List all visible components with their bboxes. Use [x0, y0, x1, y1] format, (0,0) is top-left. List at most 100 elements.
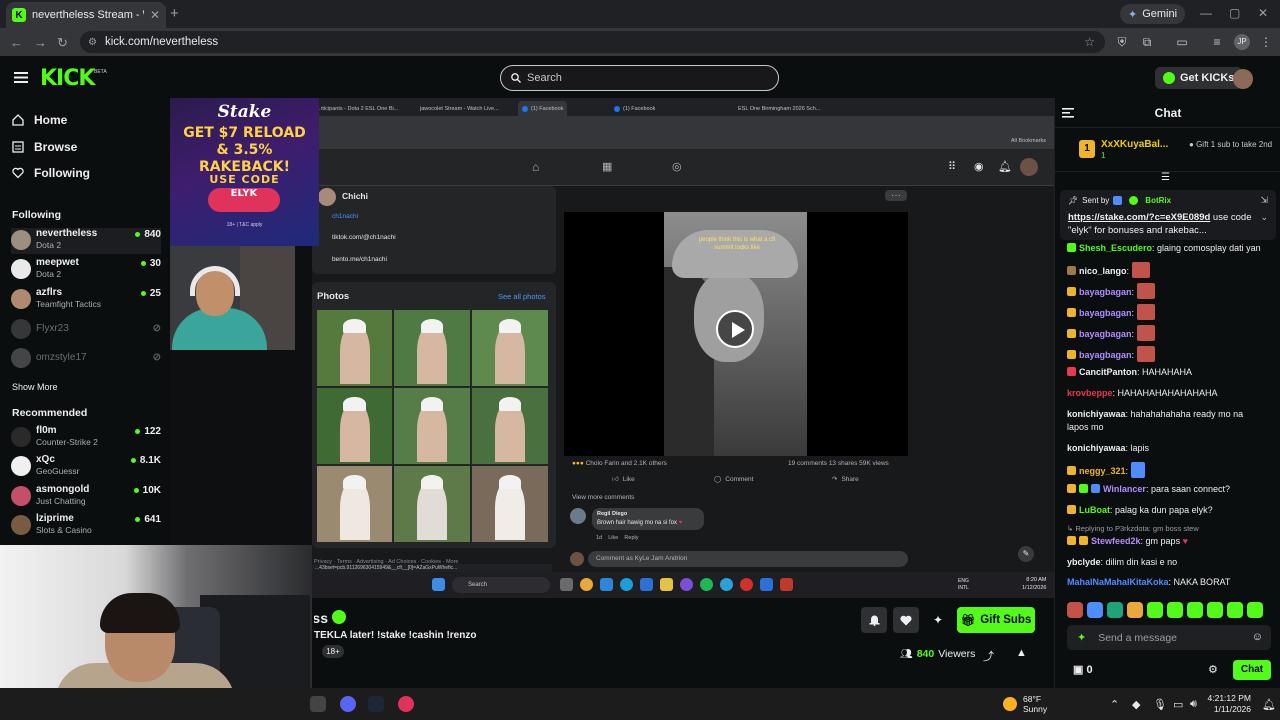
fb-menu-icon: ⠿ — [948, 161, 957, 173]
offline-icon: ⊘ — [152, 352, 161, 363]
emote-icon[interactable] — [1067, 602, 1083, 618]
kick-emote-icon[interactable]: ✦ — [1077, 631, 1086, 644]
fb-comment: ◯ Comment — [714, 475, 754, 484]
commenter-name: Regil Diego — [597, 511, 628, 517]
chat-message: nico_lango: — [1067, 262, 1267, 278]
network-icon[interactable]: ▭ — [1173, 698, 1183, 711]
edge-icon — [620, 578, 633, 591]
sidebar-item-browse[interactable]: Browse — [12, 139, 77, 155]
channel-item-asmongold[interactable]: asmongold Just Chatting 10K — [11, 484, 161, 510]
get-kicks-button[interactable]: Get KICKs — [1155, 67, 1243, 89]
emote-icon — [1131, 262, 1150, 278]
emote-icon[interactable] — [1227, 602, 1243, 618]
emoji-icon[interactable]: ☺ — [1252, 631, 1263, 643]
send-chat-button[interactable]: Chat — [1233, 660, 1271, 680]
new-tab-icon[interactable]: + — [170, 5, 179, 22]
more-menu-icon[interactable]: ⋮ — [1259, 35, 1273, 49]
steam-icon[interactable] — [368, 696, 384, 712]
filter-icon[interactable]: ☰ — [1161, 172, 1170, 183]
viewer-count: 641 — [135, 514, 161, 525]
leader-name[interactable]: XxXKuyaBal... — [1101, 139, 1168, 150]
channel-name: meepwet — [36, 257, 79, 268]
chat-message-input[interactable]: ✦ Send a message ☺ — [1067, 625, 1271, 650]
emote-icon[interactable] — [1207, 602, 1223, 618]
fb-handle: ch1nachi — [332, 213, 359, 220]
browser-tab[interactable]: K nevertheless Stream - Watch Li... ✕ — [6, 2, 166, 28]
heart-icon — [900, 615, 912, 625]
microphone-icon[interactable]: 🎙︎ — [1153, 698, 1167, 711]
channel-category: Just Chatting — [36, 496, 86, 506]
emote-icon[interactable] — [1147, 602, 1163, 618]
channel-item-meepwet[interactable]: meepwet Dota 2 30 — [11, 257, 161, 283]
bookmark-star-icon[interactable]: ☆ — [1084, 35, 1095, 49]
channel-item-fl0m[interactable]: fl0m Counter-Strike 2 122 — [11, 425, 161, 451]
sidebar-item-following[interactable]: Following — [12, 165, 90, 181]
viewers-label: Viewers — [938, 648, 976, 660]
emote-icon[interactable] — [1107, 602, 1123, 618]
taskbar-app-icon[interactable] — [310, 696, 326, 712]
report-icon[interactable]: ▲ — [1016, 647, 1027, 659]
share-icon[interactable]: ⤴ — [983, 648, 994, 664]
points-display[interactable]: ▣ 0 — [1073, 663, 1093, 676]
user-avatar[interactable] — [1233, 69, 1253, 89]
webcam-overlay-small — [170, 246, 295, 350]
system-clock[interactable]: 4:21:12 PM 1/11/2026 — [1205, 693, 1251, 715]
channel-item-flyxr23[interactable]: Flyxr23 ⊘ — [11, 317, 161, 343]
notifications-button[interactable] — [861, 607, 887, 633]
chat-settings-icon[interactable]: ⚙ — [1208, 663, 1218, 676]
extensions-icon[interactable]: ⧉ — [1140, 35, 1154, 49]
channel-item-omzstyle17[interactable]: omzstyle17 ⊘ — [11, 346, 161, 372]
volume-icon[interactable]: 🔊︎ — [1190, 698, 1197, 711]
expand-pinned-icon[interactable]: ⌄ — [1260, 212, 1268, 223]
weather-widget[interactable]: 68°F Sunny — [1003, 694, 1047, 714]
media-player-icon[interactable] — [398, 696, 414, 712]
reading-list-icon[interactable]: ≡ — [1210, 35, 1224, 49]
shield-extension-icon[interactable]: ⛨ — [1115, 35, 1129, 49]
channel-item-xqc[interactable]: xQc GeoGuessr 8.1K — [11, 454, 161, 480]
gemini-button[interactable]: ✦ Gemini — [1120, 4, 1186, 24]
channel-item-lziprime[interactable]: lziprime Slots & Casino 641 — [11, 513, 161, 539]
emote-icon[interactable] — [1247, 602, 1263, 618]
chat-message: krovbeppe: HAHAHAHAHAHAHAHA — [1067, 388, 1218, 398]
channel-item-nevertheless[interactable]: nevertheless Dota 2 840 — [11, 228, 161, 254]
search-input[interactable]: Search — [500, 65, 779, 91]
mature-tag[interactable]: 18+ — [322, 645, 344, 658]
emote-icon[interactable] — [1127, 602, 1143, 618]
fb-photo — [472, 310, 548, 386]
sparkle-button[interactable]: ✦ — [925, 607, 951, 633]
menu-icon[interactable] — [14, 72, 28, 83]
site-info-icon[interactable]: ⚙ — [88, 37, 97, 48]
tray-overflow-icon[interactable]: ⌃ — [1110, 698, 1119, 711]
bot-badge-icon — [1113, 196, 1123, 205]
kick-logo[interactable]: KICK — [40, 66, 95, 91]
get-kicks-label: Get KICKs — [1180, 72, 1235, 84]
follow-button[interactable] — [893, 607, 919, 633]
fb-link: bento.me/ch1nachi — [332, 256, 387, 263]
profile-avatar[interactable]: JP — [1234, 34, 1250, 50]
sidebar-item-home[interactable]: Home — [12, 112, 67, 128]
gift-subs-button[interactable]: 🎁︎ Gift Subs — [957, 607, 1035, 633]
reload-icon[interactable]: ↻ — [57, 35, 68, 51]
sidebar: Home Browse Following Following neverthe… — [0, 98, 170, 545]
close-tab-icon[interactable]: ✕ — [150, 8, 160, 22]
unpin-icon[interactable]: ⇲ — [1260, 195, 1268, 206]
emote-icon[interactable] — [1087, 602, 1103, 618]
back-icon[interactable]: ← — [10, 35, 23, 50]
emote-icon[interactable] — [1167, 602, 1183, 618]
discord-icon[interactable] — [340, 696, 356, 712]
emote-icon[interactable] — [1187, 602, 1203, 618]
show-more-link[interactable]: Show More — [12, 382, 58, 392]
pinned-link[interactable]: https://stake.com/?c=eX9E089d — [1068, 212, 1210, 223]
address-bar[interactable]: ⚙ kick.com/nevertheless ☆ — [80, 31, 1105, 53]
tray-app-icon[interactable]: ◆ — [1132, 698, 1140, 711]
forward-icon[interactable]: → — [34, 35, 47, 50]
notification-center-icon[interactable]: 🔔︎ — [1262, 698, 1276, 711]
shared-clock: 8:20 AM 1/12/2026 — [1022, 577, 1047, 591]
gift-to-take-2nd[interactable]: ● Gift 1 sub to take 2nd — [1189, 140, 1273, 149]
cast-icon[interactable]: ▭ — [1175, 35, 1189, 49]
maximize-icon[interactable]: ▢ — [1229, 6, 1240, 20]
minimize-icon[interactable]: — — [1200, 6, 1212, 20]
channel-item-azflrs[interactable]: azflrs Teamfight Tactics 25 — [11, 287, 161, 313]
gift-subs-label: Gift Subs — [980, 614, 1032, 626]
close-window-icon[interactable]: ✕ — [1258, 6, 1268, 20]
